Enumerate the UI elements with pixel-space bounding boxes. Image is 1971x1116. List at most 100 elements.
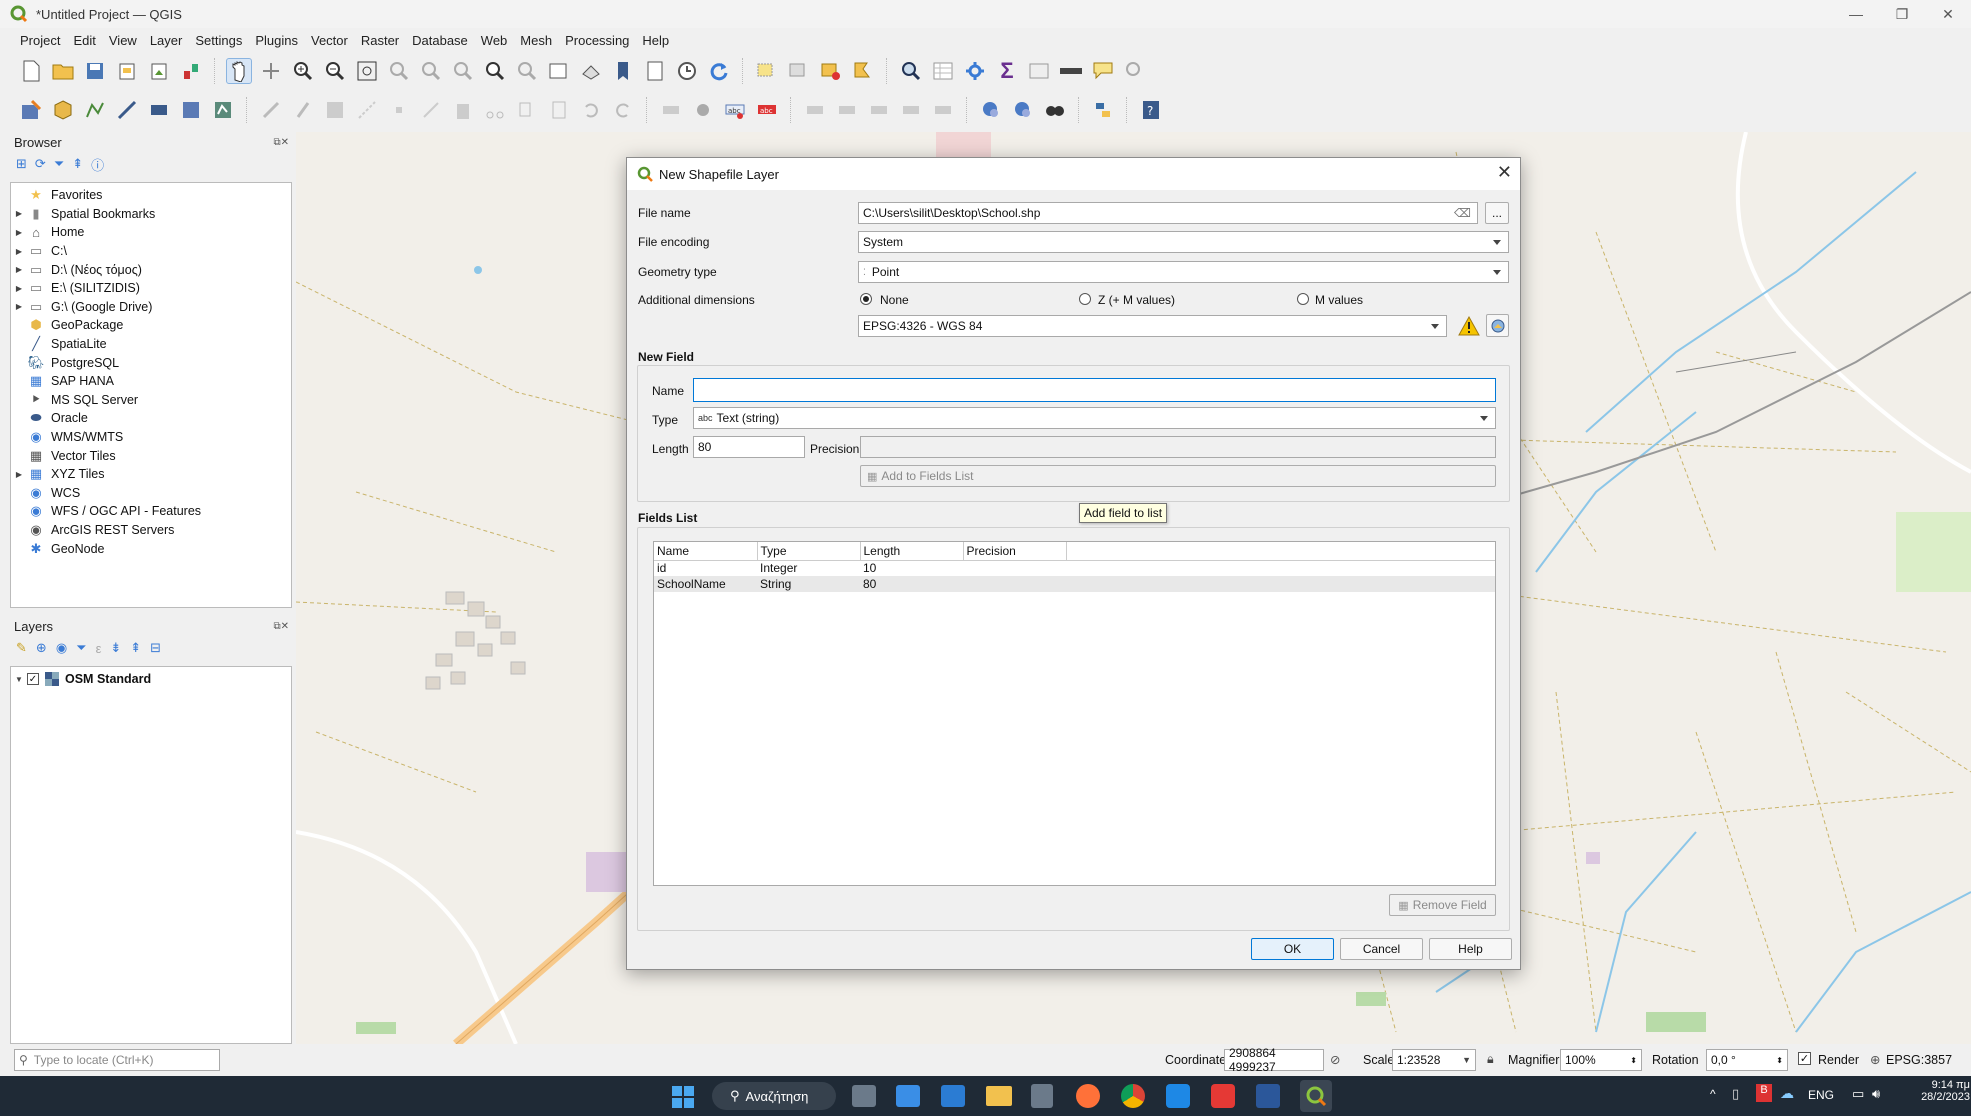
remove-layer-icon[interactable]: ⊟ xyxy=(150,640,161,656)
undo-icon[interactable] xyxy=(578,97,604,123)
new-spatialite-layer-icon[interactable] xyxy=(114,97,140,123)
browser-item-spatial-bookmarks[interactable]: ▶ ▮ Spatial Bookmarks xyxy=(11,205,291,224)
menu-project[interactable]: Project xyxy=(20,33,60,48)
close-window-icon[interactable]: ✕ xyxy=(1925,0,1971,28)
browser-item-ms-sql-server[interactable]: ⯈ MS SQL Server xyxy=(11,391,291,410)
zoom-layer-icon[interactable] xyxy=(418,58,444,84)
delete-selected-icon[interactable] xyxy=(450,97,476,123)
ok-button[interactable]: OK xyxy=(1251,938,1334,960)
new-print-layout-icon[interactable] xyxy=(114,58,140,84)
pan-map-icon[interactable] xyxy=(226,58,252,84)
help-button[interactable]: Help xyxy=(1429,938,1512,960)
save-edits-icon[interactable] xyxy=(322,97,348,123)
scale-combobox[interactable]: 1:23528 ▼ xyxy=(1392,1049,1476,1071)
expand-arrow-icon[interactable]: ▶ xyxy=(11,209,27,218)
zoom-native-icon[interactable] xyxy=(450,58,476,84)
render-checkbox[interactable]: ✓ xyxy=(1798,1052,1811,1065)
menu-vector[interactable]: Vector xyxy=(311,33,348,48)
filter-expression-icon[interactable]: ε xyxy=(96,641,102,656)
toolbox-icon[interactable] xyxy=(962,58,988,84)
new-project-icon[interactable] xyxy=(18,58,44,84)
refresh-browser-icon[interactable]: ⟳ xyxy=(35,156,46,172)
browser-item-xyz-tiles[interactable]: ▶ ▦ XYZ Tiles xyxy=(11,465,291,484)
new-map-view-icon[interactable] xyxy=(546,58,572,84)
precision-input[interactable] xyxy=(860,436,1496,458)
digitize-icon[interactable] xyxy=(354,97,380,123)
dimension-none-radio[interactable] xyxy=(860,293,872,305)
toggle-editing-icon[interactable] xyxy=(290,97,316,123)
panel-float-close-icon[interactable]: ⧉✕ xyxy=(273,621,289,632)
browser-item-sap-hana[interactable]: ▦ SAP HANA xyxy=(11,372,291,391)
coordinate-field[interactable]: 2908864 4999237 xyxy=(1224,1046,1324,1074)
qgis-taskbar-icon[interactable] xyxy=(1300,1080,1332,1112)
identify-features-icon[interactable] xyxy=(898,58,924,84)
file-explorer-icon[interactable] xyxy=(986,1086,1012,1106)
menu-plugins[interactable]: Plugins xyxy=(255,33,298,48)
cut-features-icon[interactable] xyxy=(482,97,508,123)
clear-icon[interactable]: ⌫ xyxy=(1454,206,1471,220)
copy-features-icon[interactable] xyxy=(514,97,540,123)
browser-item-home[interactable]: ▶ ⌂ Home xyxy=(11,223,291,242)
collapse-all-layers-icon[interactable]: ⇞ xyxy=(130,640,141,656)
dimension-zm-radio[interactable] xyxy=(1079,293,1091,305)
open-project-icon[interactable] xyxy=(50,58,76,84)
layer-visibility-checkbox[interactable]: ✓ xyxy=(27,673,39,686)
new-bookmark-icon[interactable] xyxy=(610,58,636,84)
crs-status-label[interactable]: EPSG:3857 xyxy=(1886,1053,1952,1067)
field-name-input[interactable] xyxy=(693,378,1496,402)
browser-item-wcs[interactable]: ◉ WCS xyxy=(11,484,291,503)
move-label-icon[interactable] xyxy=(802,97,828,123)
new-memory-layer-icon[interactable] xyxy=(146,97,172,123)
browser-item-postgresql[interactable]: 🐘︎ PostgreSQL xyxy=(11,353,291,372)
deselect-features-icon[interactable] xyxy=(818,58,844,84)
filter-legend-icon[interactable]: ⏷ xyxy=(76,640,86,656)
diagram-icon[interactable] xyxy=(930,97,956,123)
zoom-last-icon[interactable] xyxy=(482,58,508,84)
expand-all-icon[interactable]: ⇟ xyxy=(110,640,121,656)
crs-combobox[interactable]: EPSG:4326 - WGS 84 xyxy=(858,315,1447,337)
onedrive-icon[interactable]: ☁ xyxy=(1780,1085,1794,1102)
remove-field-button[interactable]: ▦ Remove Field xyxy=(1389,894,1496,916)
pan-to-selection-icon[interactable] xyxy=(258,58,284,84)
browser-item-arcgis-rest-servers[interactable]: ◉ ArcGIS REST Servers xyxy=(11,521,291,540)
rotation-spinbox[interactable]: 0,0 ° ⬍ xyxy=(1706,1049,1788,1071)
style-layer-icon[interactable]: ✎ xyxy=(16,640,27,656)
collapse-arrow-icon[interactable]: ▼ xyxy=(11,675,27,684)
taskbar-search-button[interactable]: ⚲ Αναζήτηση xyxy=(712,1082,836,1110)
tray-overflow-icon[interactable]: ^ xyxy=(1710,1087,1716,1101)
language-indicator[interactable]: ENG xyxy=(1808,1088,1834,1102)
calculator-icon[interactable] xyxy=(1031,1084,1053,1108)
browser-item-geopackage[interactable]: ⬢ GeoPackage xyxy=(11,316,291,335)
table-row[interactable]: SchoolName String 80 xyxy=(654,576,1495,592)
select-by-value-icon[interactable] xyxy=(786,58,812,84)
firefox-icon[interactable] xyxy=(1076,1084,1100,1108)
menu-settings[interactable]: Settings xyxy=(195,33,242,48)
metasearch-icon[interactable] xyxy=(1042,97,1068,123)
new-geopackage-layer-icon[interactable] xyxy=(50,97,76,123)
panel-float-close-icon[interactable]: ⧉✕ xyxy=(273,137,289,148)
browse-button[interactable]: ... xyxy=(1485,202,1509,224)
expand-arrow-icon[interactable]: ▶ xyxy=(11,302,27,311)
save-project-icon[interactable] xyxy=(82,58,108,84)
locator-search-input[interactable]: ⚲ Type to locate (Ctrl+K) xyxy=(14,1049,220,1071)
browser-item-wms-wmts[interactable]: ◉ WMS/WMTS xyxy=(11,428,291,447)
column-header-length[interactable]: Length xyxy=(860,542,964,561)
temporal-controller-icon[interactable] xyxy=(674,58,700,84)
zoom-in-icon[interactable] xyxy=(290,58,316,84)
menu-mesh[interactable]: Mesh xyxy=(520,33,552,48)
menu-help[interactable]: Help xyxy=(642,33,669,48)
show-hide-labels-icon[interactable] xyxy=(898,97,924,123)
browser-item-spatialite[interactable]: ╱ SpatiaLite xyxy=(11,335,291,354)
style-manager-icon[interactable] xyxy=(178,58,204,84)
dimension-m-radio[interactable] xyxy=(1297,293,1309,305)
rotate-label-icon[interactable] xyxy=(834,97,860,123)
menu-processing[interactable]: Processing xyxy=(565,33,629,48)
menu-view[interactable]: View xyxy=(109,33,137,48)
new-virtual-layer-icon[interactable] xyxy=(178,97,204,123)
lock-icon[interactable]: 🔒︎ xyxy=(1487,1052,1494,1067)
filter-browser-icon[interactable]: ⏷ xyxy=(54,156,64,172)
properties-icon[interactable]: ⓘ xyxy=(91,155,104,174)
menu-layer[interactable]: Layer xyxy=(150,33,183,48)
zoom-next-icon[interactable] xyxy=(514,58,540,84)
redo-icon[interactable] xyxy=(610,97,636,123)
